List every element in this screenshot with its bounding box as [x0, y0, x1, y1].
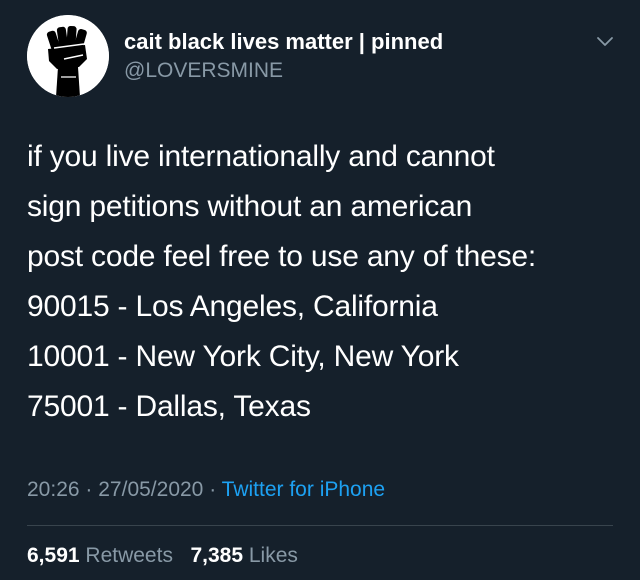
- author-display-name[interactable]: cait black lives matter | pinned: [124, 29, 443, 55]
- tweet-text-line: post code feel free to use any of these:: [27, 240, 537, 273]
- avatar[interactable]: [27, 15, 109, 97]
- tweet-text-line: 10001 - New York City, New York: [27, 340, 459, 373]
- tweet-date[interactable]: 27/05/2020: [98, 478, 203, 501]
- tweet-card: cait black lives matter | pinned @LOVERS…: [0, 0, 640, 580]
- tweet-text-line: sign petitions without an american: [27, 190, 473, 223]
- chevron-down-icon: [597, 37, 613, 46]
- tweet-text: if you live internationally and cannot s…: [27, 132, 627, 432]
- likes-count: 7,385: [190, 544, 244, 567]
- retweets-stat[interactable]: 6,591 Retweets: [27, 544, 173, 567]
- likes-label: Likes: [248, 544, 298, 567]
- tweet-meta: 20:26 · 27/05/2020 · Twitter for iPhone: [27, 478, 385, 502]
- tweet-text-line: 90015 - Los Angeles, California: [27, 290, 438, 323]
- tweet-stats: 6,591 Retweets 7,385 Likes: [27, 544, 298, 568]
- retweets-label: Retweets: [85, 544, 173, 567]
- author-handle[interactable]: @LOVERSMINE: [124, 59, 283, 83]
- tweet-time[interactable]: 20:26: [27, 478, 80, 501]
- raised-fist-icon: [27, 15, 109, 97]
- retweets-count: 6,591: [27, 544, 80, 567]
- likes-stat[interactable]: 7,385 Likes: [190, 544, 297, 567]
- meta-separator: ·: [209, 478, 217, 501]
- tweet-text-line: 75001 - Dallas, Texas: [27, 390, 311, 423]
- tweet-text-line: if you live internationally and cannot: [27, 140, 495, 173]
- tweet-menu-button[interactable]: [594, 30, 616, 52]
- meta-separator: ·: [85, 478, 93, 501]
- tweet-source-link[interactable]: Twitter for iPhone: [222, 478, 385, 501]
- divider: [27, 525, 613, 526]
